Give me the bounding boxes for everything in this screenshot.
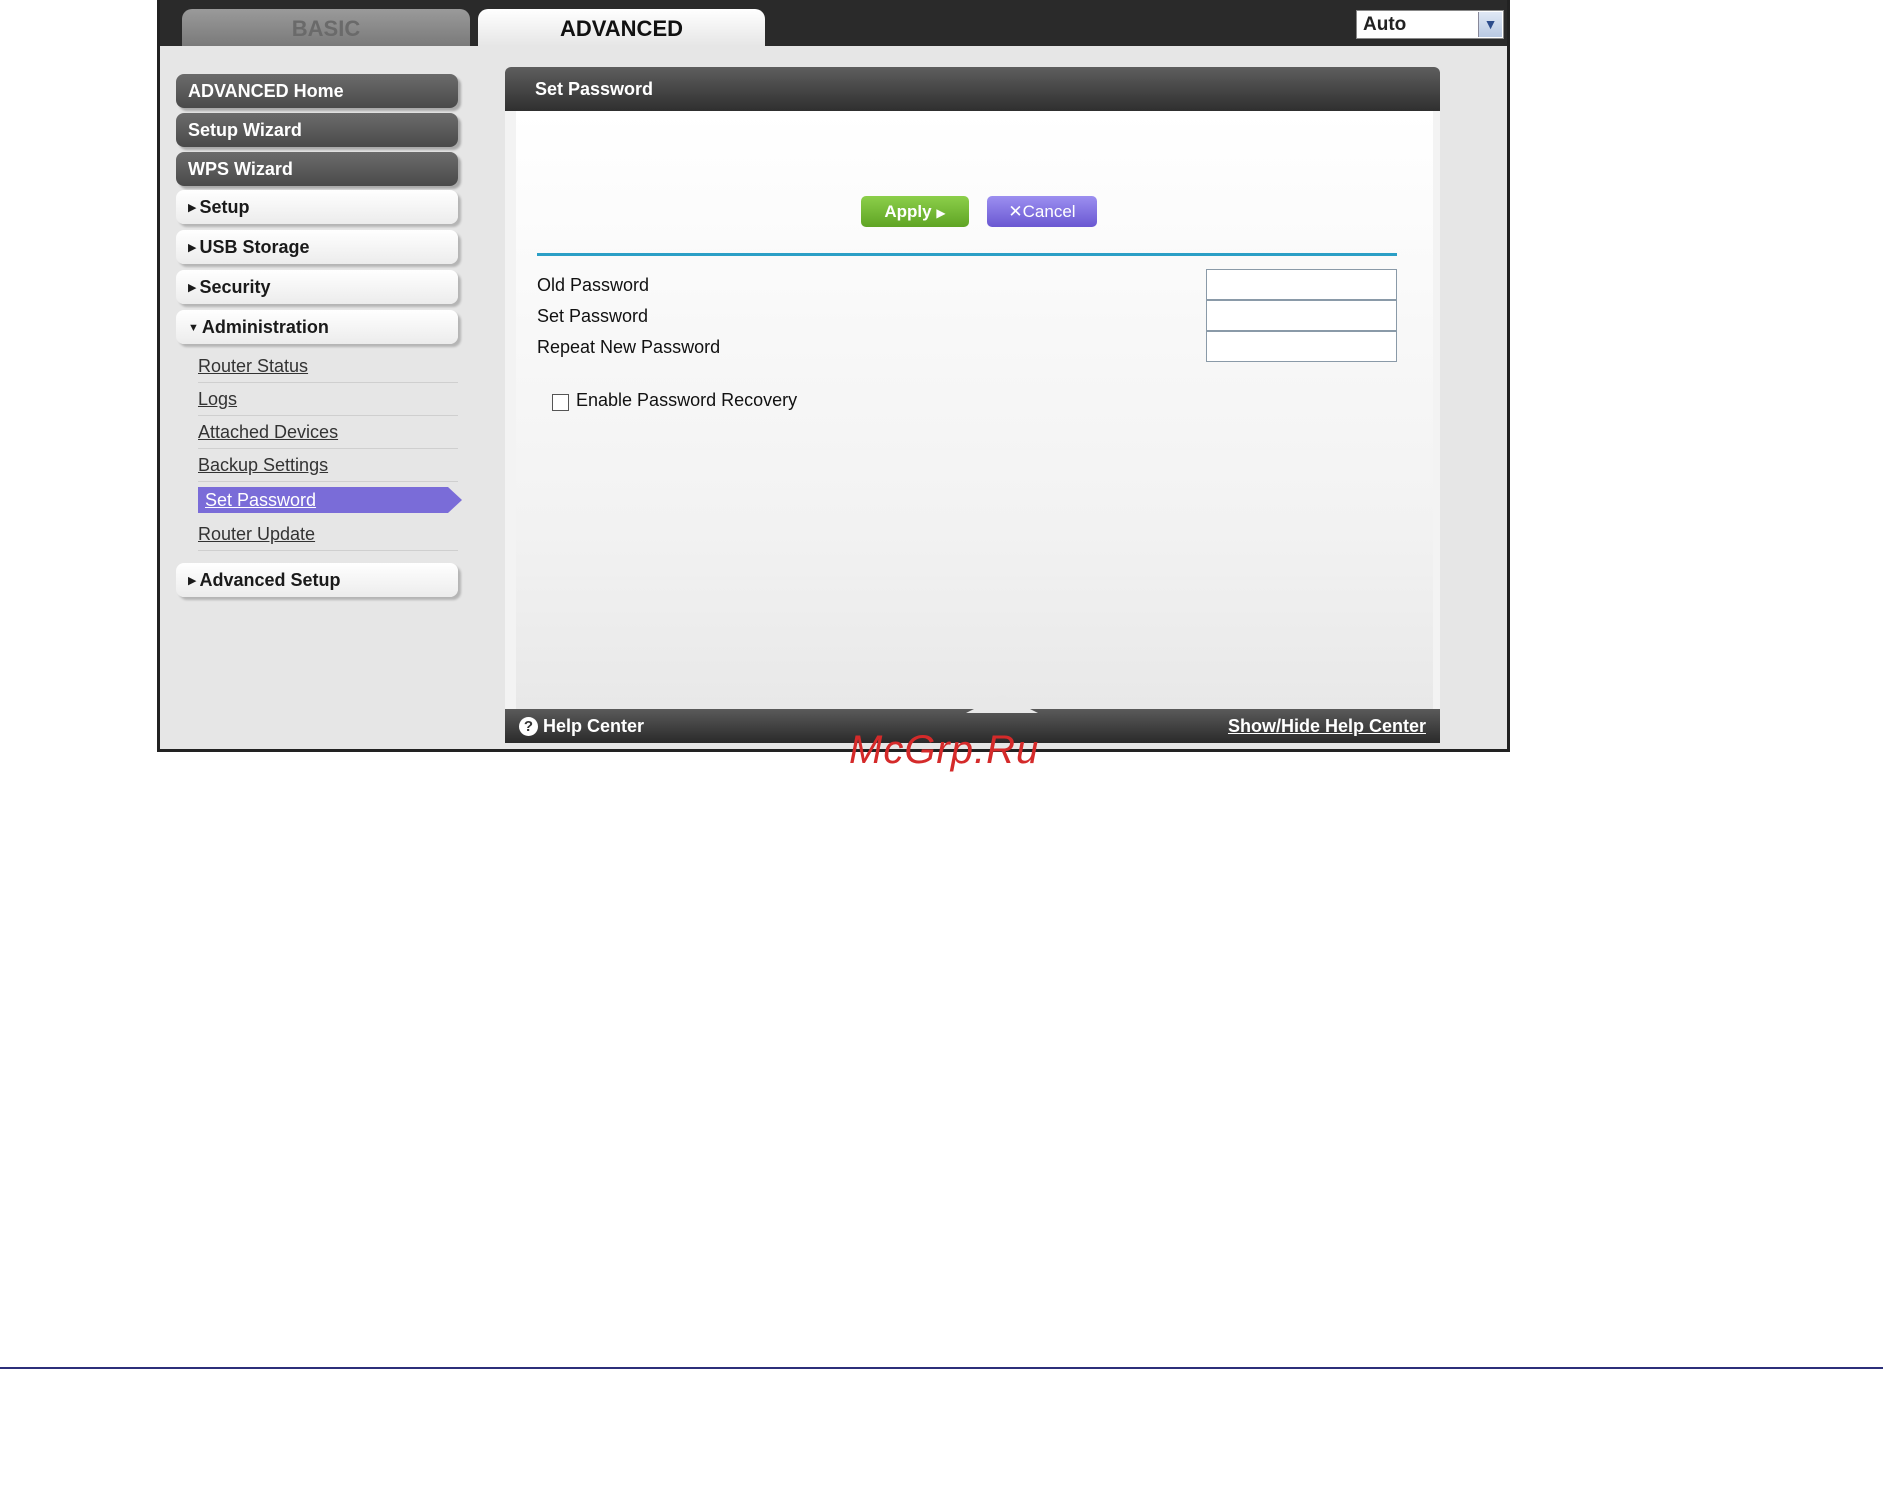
help-center-label: Help Center [543,716,645,736]
sidebar-item-setup-wizard[interactable]: Setup Wizard [176,113,458,147]
triangle-down-icon: ▼ [188,322,199,334]
panel-body: Apply ▶ ✕Cancel Old Password Set Passwor… [516,111,1433,709]
apply-button-label: Apply [884,202,932,221]
sidebar-item-label: USB Storage [199,237,310,257]
sidebar-subitem-attached-devices[interactable]: Attached Devices [198,416,458,449]
divider [537,253,1397,256]
router-admin-window: BASIC ADVANCED Auto ▼ ADVANCED Home Setu… [157,0,1510,752]
close-icon: ✕ [1008,202,1023,221]
triangle-right-icon: ▶ [188,282,197,294]
sidebar-subitem-set-password[interactable]: Set Password [198,487,462,513]
sidebar-item-label: Advanced Setup [199,570,341,590]
set-password-label: Set Password [537,306,649,326]
cancel-button[interactable]: ✕Cancel [987,196,1097,227]
sidebar-item-setup[interactable]: ▶ Setup [176,190,458,224]
language-select-value: Auto [1363,14,1407,35]
repeat-password-field[interactable] [1206,331,1397,362]
sidebar-subitem-label: Logs [198,389,238,409]
password-recovery-label: Enable Password Recovery [576,390,798,410]
sidebar-item-wps-wizard[interactable]: WPS Wizard [176,152,458,186]
password-recovery-checkbox[interactable] [552,394,569,411]
old-password-field[interactable] [1206,269,1397,300]
help-icon: ? [519,717,538,736]
panel-title: Set Password [505,67,1440,111]
sidebar-item-label: Security [199,277,271,297]
play-icon: ▶ [936,206,946,220]
sidebar-subitem-router-update[interactable]: Router Update [198,518,458,551]
watermark: McGrp.Ru [849,728,1040,772]
sidebar-subitem-label: Backup Settings [198,455,329,475]
triangle-right-icon: ▶ [188,202,197,214]
set-password-panel: Set Password Apply ▶ ✕Cancel Old Passwor… [505,67,1440,743]
sidebar-subitem-label: Router Status [198,356,309,376]
sidebar-item-usb-storage[interactable]: ▶ USB Storage [176,230,458,264]
sidebar-subitem-label: Set Password [205,490,317,510]
tab-basic[interactable]: BASIC [182,9,470,46]
sidebar-item-label: Administration [201,317,329,337]
sidebar-item-security[interactable]: ▶ Security [176,270,458,304]
triangle-right-icon: ▶ [188,575,197,587]
sidebar-item-administration[interactable]: ▼ Administration [176,310,458,344]
language-select[interactable]: Auto ▼ [1356,10,1504,39]
sidebar-subitem-backup-settings[interactable]: Backup Settings [198,449,458,482]
sidebar-subitem-logs[interactable]: Logs [198,383,458,416]
chevron-down-icon[interactable]: ▼ [1478,12,1502,37]
sidebar-subitem-router-status[interactable]: Router Status [198,350,458,383]
show-hide-help-link[interactable]: Show/Hide Help Center [1228,716,1426,737]
sidebar-subitem-label: Attached Devices [198,422,339,442]
sidebar-item-advanced-setup[interactable]: ▶ Advanced Setup [176,563,458,597]
cancel-button-label: Cancel [1022,202,1076,221]
sidebar-item-label: Setup [199,197,250,217]
bottom-rule [0,1367,1883,1369]
sidebar-subitem-label: Router Update [198,524,316,544]
set-password-field[interactable] [1206,300,1397,331]
expand-arrow-icon[interactable] [966,695,1038,713]
tab-advanced[interactable]: ADVANCED [478,9,765,46]
top-bar: BASIC ADVANCED Auto ▼ [160,0,1507,46]
old-password-label: Old Password [537,275,650,295]
apply-button[interactable]: Apply ▶ [861,196,969,227]
repeat-password-label: Repeat New Password [537,337,721,357]
triangle-right-icon: ▶ [188,242,197,254]
sidebar-item-advanced-home[interactable]: ADVANCED Home [176,74,458,108]
